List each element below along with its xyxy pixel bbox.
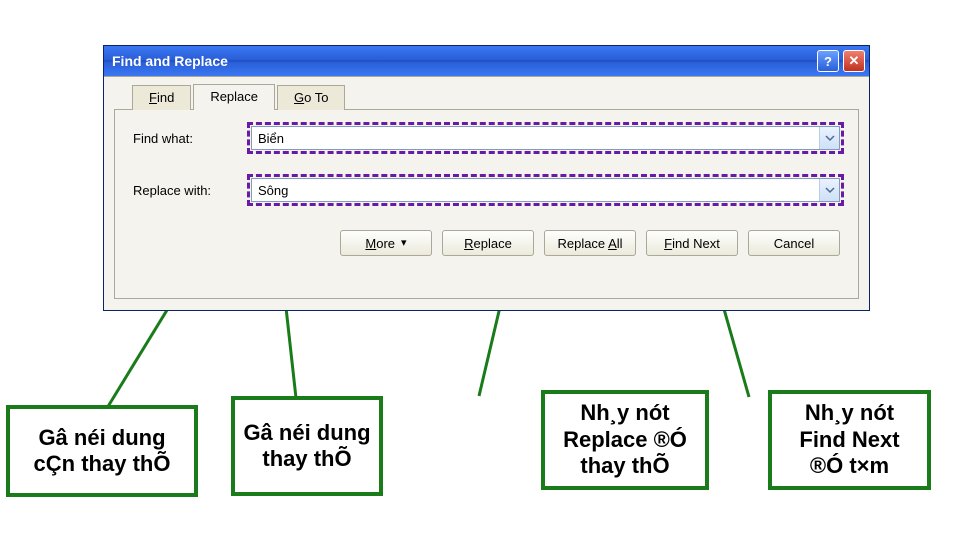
cancel-button[interactable]: Cancel bbox=[748, 230, 840, 256]
titlebar: Find and Replace ? ✕ bbox=[104, 46, 869, 76]
tab-replace-label: Replace bbox=[210, 89, 258, 104]
replace-all-button[interactable]: Replace All bbox=[544, 230, 636, 256]
tab-goto[interactable]: Go To bbox=[277, 85, 345, 110]
replace-rest: eplace bbox=[474, 236, 512, 251]
tabstrip: Find Replace Go To bbox=[132, 83, 859, 109]
replace-with-combo bbox=[251, 178, 840, 202]
chevron-down-icon bbox=[825, 185, 835, 195]
close-button[interactable]: ✕ bbox=[843, 50, 865, 72]
tab-replace[interactable]: Replace bbox=[193, 84, 275, 110]
annotation-box-4: Nh¸y nót Find Next ®Ó t×m bbox=[768, 390, 931, 490]
find-what-combo bbox=[251, 126, 840, 150]
find-what-label: Find what: bbox=[133, 131, 251, 146]
replaceall-pre: Replace bbox=[557, 236, 608, 251]
dialog-title: Find and Replace bbox=[112, 53, 813, 69]
replace-button[interactable]: Replace bbox=[442, 230, 534, 256]
findnext-rest: ind Next bbox=[672, 236, 720, 251]
annotation-box-2: Gâ néi dung thay thÕ bbox=[231, 396, 383, 496]
find-replace-dialog: Find and Replace ? ✕ Find Replace Go To … bbox=[103, 45, 870, 311]
tab-find[interactable]: Find bbox=[132, 85, 191, 110]
annotation-box-3: Nh¸y nót Replace ®Ó thay thÕ bbox=[541, 390, 709, 490]
find-next-button[interactable]: Find Next bbox=[646, 230, 738, 256]
button-row: More ▾ Replace Replace All Find Next Can… bbox=[133, 230, 840, 256]
cancel-label: Cancel bbox=[774, 236, 814, 251]
tab-find-rest: ind bbox=[157, 90, 174, 105]
replace-with-label: Replace with: bbox=[133, 183, 251, 198]
chevron-down-icon bbox=[825, 133, 835, 143]
replace-with-dropdown[interactable] bbox=[819, 179, 839, 201]
tab-panel: Find what: Replace with: bbox=[114, 109, 859, 299]
help-button[interactable]: ? bbox=[817, 50, 839, 72]
find-what-input[interactable] bbox=[251, 126, 840, 150]
annotation-box-1: Gâ néi dung cÇn thay thÕ bbox=[6, 405, 198, 497]
find-what-row: Find what: bbox=[133, 126, 840, 150]
dialog-body: Find Replace Go To Find what: bbox=[104, 76, 869, 310]
find-what-dropdown[interactable] bbox=[819, 127, 839, 149]
more-button[interactable]: More ▾ bbox=[340, 230, 432, 256]
more-caret-icon: ▾ bbox=[401, 236, 407, 249]
close-icon: ✕ bbox=[849, 53, 860, 69]
replace-with-row: Replace with: bbox=[133, 178, 840, 202]
more-rest: ore bbox=[376, 236, 395, 251]
replace-with-input[interactable] bbox=[251, 178, 840, 202]
replaceall-post: ll bbox=[617, 236, 623, 251]
tab-goto-rest: o To bbox=[304, 90, 328, 105]
